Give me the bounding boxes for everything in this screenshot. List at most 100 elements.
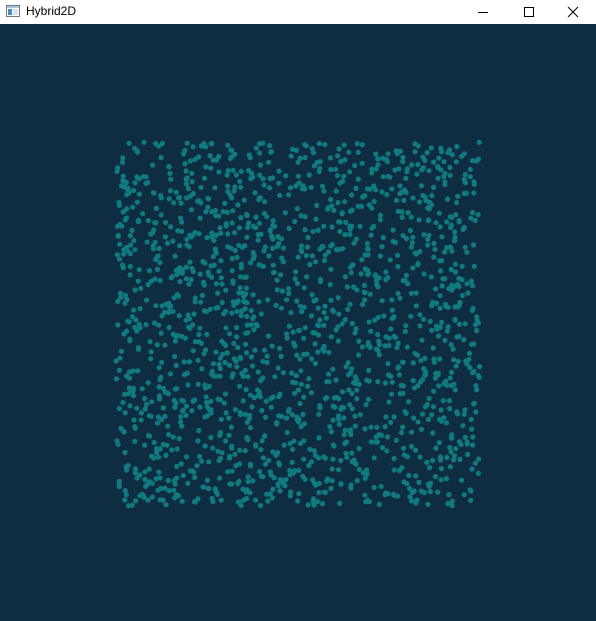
particle bbox=[262, 414, 269, 420]
particle bbox=[176, 313, 182, 319]
particle bbox=[148, 356, 154, 362]
particle bbox=[200, 258, 206, 265]
title-bar[interactable]: Hybrid2D bbox=[0, 0, 596, 24]
particle bbox=[187, 158, 193, 164]
particle bbox=[306, 172, 312, 178]
particle bbox=[323, 315, 329, 321]
particle bbox=[208, 165, 214, 171]
particle bbox=[208, 407, 214, 413]
render-canvas[interactable] bbox=[0, 24, 596, 621]
particle bbox=[227, 362, 233, 368]
particle bbox=[172, 386, 178, 392]
particle bbox=[127, 272, 133, 278]
particle bbox=[307, 446, 313, 452]
particle bbox=[342, 157, 348, 163]
particle bbox=[300, 411, 306, 417]
particle bbox=[290, 446, 296, 452]
particle bbox=[347, 301, 353, 307]
particle bbox=[277, 488, 283, 494]
particle bbox=[339, 211, 345, 217]
particle bbox=[198, 200, 204, 206]
particle bbox=[416, 199, 423, 205]
particle bbox=[274, 287, 280, 293]
particle bbox=[397, 183, 403, 189]
particle bbox=[166, 488, 172, 494]
particle bbox=[328, 266, 334, 272]
particle bbox=[143, 401, 150, 407]
particle bbox=[174, 271, 180, 277]
particle bbox=[250, 174, 256, 180]
particle bbox=[391, 456, 397, 462]
particle bbox=[391, 333, 397, 339]
particle bbox=[338, 481, 344, 487]
particle bbox=[174, 446, 180, 452]
particle bbox=[154, 450, 160, 456]
particle bbox=[242, 274, 248, 280]
particle bbox=[160, 441, 166, 448]
particle bbox=[467, 174, 473, 180]
particle bbox=[471, 190, 477, 196]
particle bbox=[309, 356, 315, 362]
particle bbox=[277, 345, 283, 351]
particle bbox=[240, 486, 246, 492]
particle bbox=[389, 186, 395, 192]
particle bbox=[157, 259, 163, 266]
particle bbox=[446, 398, 452, 404]
particle bbox=[299, 249, 305, 255]
particle bbox=[158, 330, 164, 336]
particle bbox=[373, 151, 379, 157]
particle bbox=[330, 366, 336, 372]
particle bbox=[218, 258, 224, 264]
particle bbox=[238, 184, 244, 190]
particle bbox=[286, 225, 292, 232]
particle bbox=[256, 389, 263, 395]
particle bbox=[375, 332, 381, 338]
particle bbox=[125, 249, 132, 255]
particle bbox=[249, 363, 256, 369]
particle bbox=[462, 180, 468, 186]
particle bbox=[248, 322, 254, 328]
maximize-button[interactable] bbox=[506, 0, 552, 24]
particle bbox=[177, 243, 183, 249]
particle bbox=[379, 189, 385, 195]
particle bbox=[315, 305, 321, 311]
particle bbox=[401, 197, 407, 203]
particle bbox=[438, 268, 444, 274]
particle bbox=[294, 417, 300, 423]
particle bbox=[452, 387, 458, 393]
particle bbox=[385, 372, 392, 378]
particle bbox=[115, 298, 121, 305]
particle bbox=[362, 297, 368, 303]
minimize-button[interactable] bbox=[460, 0, 506, 24]
particle bbox=[444, 454, 450, 461]
particle bbox=[210, 498, 216, 505]
particle bbox=[308, 390, 314, 396]
particle bbox=[335, 200, 341, 206]
particle bbox=[184, 454, 190, 460]
particle bbox=[451, 238, 458, 244]
particle bbox=[431, 359, 437, 365]
particle bbox=[138, 417, 144, 423]
particle bbox=[237, 412, 244, 418]
particle bbox=[395, 493, 401, 499]
particle bbox=[382, 343, 388, 349]
particle bbox=[198, 184, 204, 190]
particle bbox=[222, 200, 228, 206]
particle bbox=[433, 445, 439, 451]
particle bbox=[348, 270, 354, 276]
particle bbox=[326, 349, 332, 355]
particle bbox=[149, 494, 155, 500]
particle bbox=[362, 266, 368, 272]
particle bbox=[341, 173, 347, 179]
close-button[interactable] bbox=[550, 0, 596, 24]
particle bbox=[134, 328, 140, 334]
particle bbox=[215, 304, 221, 311]
particle bbox=[258, 162, 264, 168]
particle bbox=[468, 215, 474, 221]
particle bbox=[355, 176, 361, 182]
particle bbox=[467, 487, 473, 493]
app-icon bbox=[6, 5, 20, 17]
particle bbox=[243, 285, 249, 291]
particle bbox=[442, 337, 448, 343]
particle bbox=[366, 319, 372, 325]
